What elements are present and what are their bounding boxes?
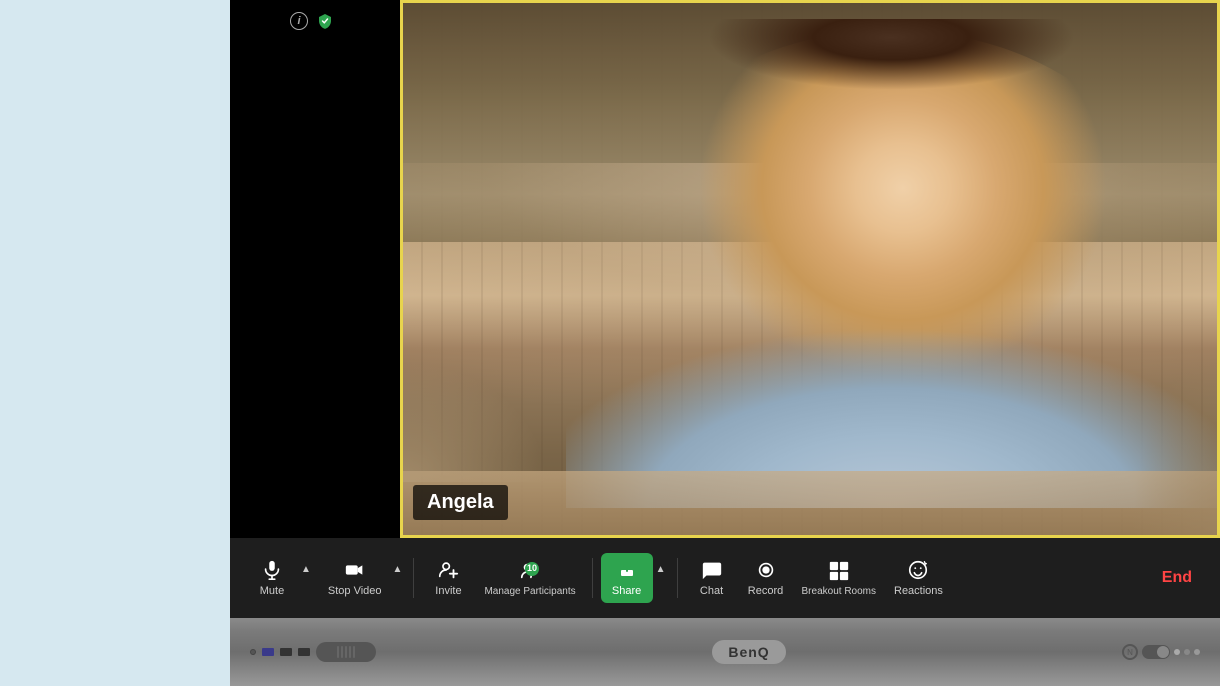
port-usb2 xyxy=(280,648,292,656)
chat-label: Chat xyxy=(700,585,723,597)
stop-video-group: Stop Video ▲ xyxy=(320,553,406,603)
breakout-rooms-label: Breakout Rooms xyxy=(802,586,876,597)
mute-button[interactable]: Mute xyxy=(246,553,298,603)
power-dot xyxy=(250,649,256,655)
monitor: i xyxy=(230,0,1220,686)
led-dot2 xyxy=(1184,649,1190,655)
share-group: Share ▲ xyxy=(601,553,669,603)
mute-chevron[interactable]: ▲ xyxy=(298,560,314,579)
mute-group: Mute ▲ xyxy=(246,553,314,603)
nfc-area: N xyxy=(1122,644,1138,660)
monitor-screen: i xyxy=(230,0,1220,618)
invite-button[interactable]: Invite xyxy=(422,553,474,603)
led-dot3 xyxy=(1194,649,1200,655)
share-icon xyxy=(616,559,638,581)
brand-name: BenQ xyxy=(728,644,769,660)
manage-participants-label: Manage Participants xyxy=(484,586,575,597)
mute-label: Mute xyxy=(260,585,284,597)
main-video: Angela xyxy=(400,0,1220,538)
microphone-icon xyxy=(261,559,283,581)
black-panel: i xyxy=(230,0,400,538)
separator-2 xyxy=(592,558,593,598)
toggle-area[interactable] xyxy=(1142,645,1170,659)
participant-name-label: Angela xyxy=(413,485,508,520)
port-usb1 xyxy=(262,648,274,656)
breakout-rooms-icon xyxy=(828,560,850,582)
base-left-controls xyxy=(250,642,376,662)
manage-participants-button[interactable]: 10 Manage Participants xyxy=(476,554,583,603)
participants-badge: 10 xyxy=(525,562,539,576)
badge-count: 10 xyxy=(527,564,537,573)
reactions-label: Reactions xyxy=(894,585,943,597)
video-chevron[interactable]: ▲ xyxy=(390,560,406,579)
end-button[interactable]: End xyxy=(1150,561,1204,595)
toolbar: Mute ▲ Stop Video xyxy=(230,538,1220,618)
reactions-button[interactable]: Reactions xyxy=(886,553,951,603)
share-button[interactable]: Share xyxy=(601,553,653,603)
stop-video-label: Stop Video xyxy=(328,585,382,597)
speaker-grille xyxy=(316,642,376,662)
record-icon xyxy=(755,559,777,581)
chair-right xyxy=(1095,216,1217,535)
end-label: End xyxy=(1162,569,1192,586)
chat-button[interactable]: Chat xyxy=(686,553,738,603)
reactions-icon xyxy=(907,559,929,581)
invite-icon xyxy=(437,559,459,581)
participant-name-text: Angela xyxy=(427,491,494,513)
person-hair xyxy=(631,19,1152,205)
invite-label: Invite xyxy=(435,585,461,597)
video-area: i xyxy=(230,0,1220,538)
monitor-base: BenQ N xyxy=(230,618,1220,686)
shield-icon xyxy=(316,12,334,30)
participants-icon: 10 xyxy=(519,560,541,582)
toggle-knob xyxy=(1157,646,1169,658)
video-camera-icon xyxy=(344,559,366,581)
share-label: Share xyxy=(612,585,641,597)
led-dot1 xyxy=(1174,649,1180,655)
record-label: Record xyxy=(748,585,783,597)
port-usb3 xyxy=(298,648,310,656)
breakout-rooms-button[interactable]: Breakout Rooms xyxy=(794,554,884,603)
separator-3 xyxy=(677,558,678,598)
benq-logo-pill: BenQ xyxy=(712,640,785,664)
base-right-controls: N xyxy=(1122,644,1200,660)
record-button[interactable]: Record xyxy=(740,553,792,603)
stop-video-button[interactable]: Stop Video xyxy=(320,553,390,603)
info-icon: i xyxy=(290,12,308,30)
separator-1 xyxy=(413,558,414,598)
top-icons: i xyxy=(290,12,334,30)
body: i xyxy=(0,0,1220,686)
chair-left xyxy=(403,269,607,482)
chat-icon xyxy=(701,559,723,581)
share-chevron[interactable]: ▲ xyxy=(653,560,669,579)
